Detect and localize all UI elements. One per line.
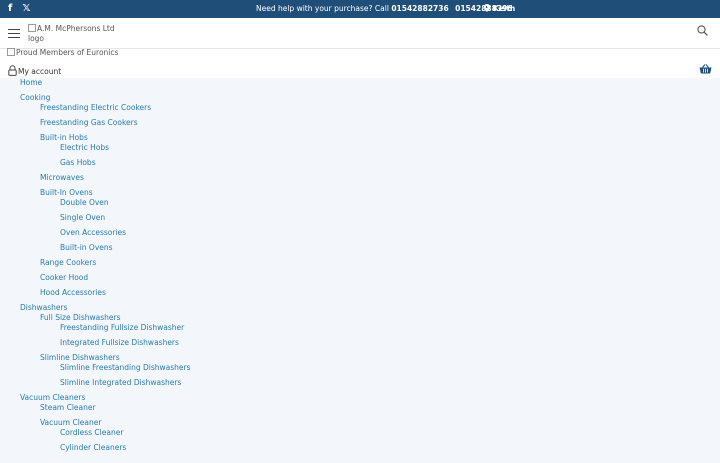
nav-link-level-2[interactable]: Slimline Integrated Dishwashers — [60, 378, 181, 388]
nav-link-level-1[interactable]: Freestanding Gas Cookers — [40, 118, 138, 128]
social-links: f 𝕏 — [8, 3, 30, 15]
nav-link-level-2[interactable]: Oven Accessories — [60, 228, 126, 238]
nav-link-level-1[interactable]: Microwaves — [40, 173, 84, 183]
map-pin-icon — [484, 4, 490, 12]
nav-link-level-1[interactable]: Range Cookers — [40, 258, 96, 268]
nav-link-level-1[interactable]: Steam Cleaner — [40, 403, 96, 413]
nav-link-level-1[interactable]: Built-in Hobs — [40, 133, 88, 143]
nav-link-level-2[interactable]: Electric Hobs — [60, 143, 109, 153]
account-bar: My account — [0, 60, 720, 79]
navigation-menu: Home Cooking Freestanding Electric Cookers… — [0, 78, 720, 463]
top-bar: f 𝕏 Need help with your purchase? Call 0… — [0, 0, 720, 18]
nav-link-level-0[interactable]: Cooking — [20, 93, 50, 103]
nav-link-level-2[interactable]: Built-in Ovens — [60, 243, 113, 253]
my-account-link[interactable]: My account — [8, 65, 61, 76]
help-label: Need help with your purchase? Call — [256, 4, 389, 13]
nav-link-level-0[interactable]: Home — [20, 78, 42, 88]
euronics-members-image: Proud Members of Euronics — [7, 48, 118, 57]
my-account-label: My account — [18, 67, 62, 76]
search-icon[interactable] — [697, 25, 708, 38]
x-twitter-icon[interactable]: 𝕏 — [22, 3, 30, 15]
nav-link-level-2[interactable]: Slimline Freestanding Dishwashers — [60, 363, 191, 373]
nav-link-level-2[interactable]: Integrated Fullsize Dishwashers — [60, 338, 179, 348]
basket-icon[interactable] — [699, 64, 712, 76]
store-location[interactable]: Keith — [484, 4, 515, 14]
nav-link-level-1[interactable]: Full Size Dishwashers — [40, 313, 121, 323]
hamburger-menu-icon[interactable] — [8, 29, 20, 38]
nav-link-level-0[interactable]: Dishwashers — [20, 303, 68, 313]
broken-image-icon — [7, 48, 15, 56]
nav-link-level-2[interactable]: Freestanding Fullsize Dishwasher — [60, 323, 184, 333]
nav-link-level-2[interactable]: Cordless Cleaner — [60, 428, 123, 438]
nav-link-level-1[interactable]: Hood Accessories — [40, 288, 106, 298]
broken-image-icon — [28, 24, 36, 32]
nav-link-level-2[interactable]: Gas Hobs — [60, 158, 96, 168]
site-header: A.M. McPhersons Ltd logo — [0, 18, 720, 49]
nav-link-level-2[interactable]: Cylinder Cleaners — [60, 443, 126, 453]
members-alt-text: Proud Members of Euronics — [16, 48, 119, 57]
site-logo[interactable]: A.M. McPhersons Ltd logo — [28, 24, 118, 44]
help-text: Need help with your purchase? Call 01542… — [256, 4, 513, 14]
nav-link-level-1[interactable]: Built-In Ovens — [40, 188, 93, 198]
location-label: Keith — [493, 4, 516, 13]
nav-link-level-0[interactable]: Vacuum Cleaners — [20, 393, 85, 403]
logo-alt-text: A.M. McPhersons Ltd logo — [28, 24, 115, 43]
nav-link-level-1[interactable]: Slimline Dishwashers — [40, 353, 120, 363]
lock-icon — [8, 65, 17, 76]
nav-link-level-1[interactable]: Vacuum Cleaner — [40, 418, 101, 428]
nav-link-level-1[interactable]: Freestanding Electric Cookers — [40, 103, 151, 113]
nav-link-level-2[interactable]: Double Oven — [60, 198, 109, 208]
facebook-icon[interactable]: f — [8, 3, 12, 15]
nav-link-level-1[interactable]: Cooker Hood — [40, 273, 88, 283]
nav-link-level-2[interactable]: Single Oven — [60, 213, 105, 223]
phone-link-1[interactable]: 01542882736 — [391, 4, 448, 13]
